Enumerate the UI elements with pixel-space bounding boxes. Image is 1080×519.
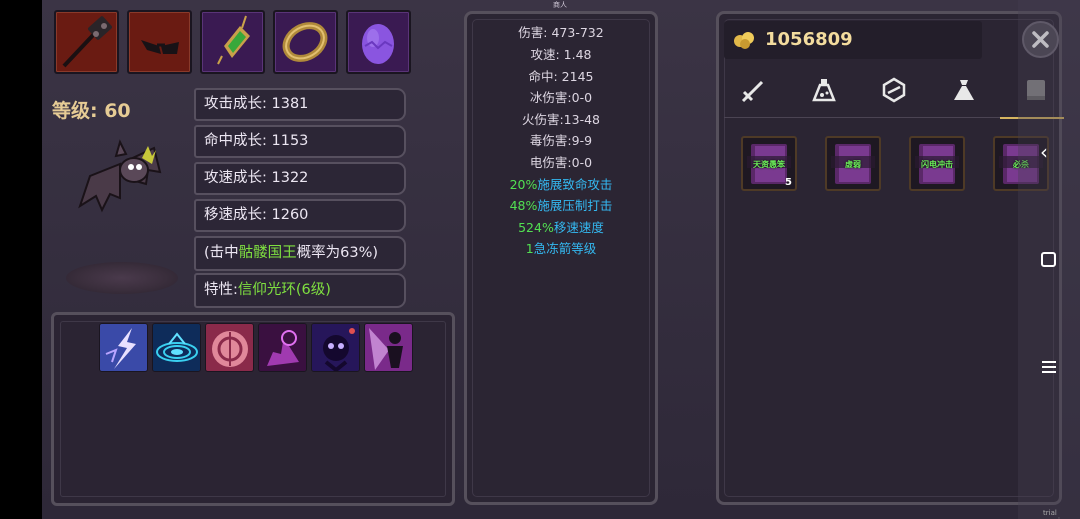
hit-chance-target: 骷髅国王 bbox=[238, 245, 297, 261]
lightning-skill-icon[interactable] bbox=[99, 323, 148, 372]
menu-nav-icon[interactable] bbox=[1041, 360, 1057, 374]
bonus-value: 1 bbox=[525, 241, 534, 256]
bonus-text: 移速速度 bbox=[553, 220, 604, 235]
item-name: 虚弱 bbox=[845, 160, 861, 169]
potion-tab-icon[interactable] bbox=[810, 76, 838, 104]
letterbox-left bbox=[0, 0, 42, 519]
gold-display bbox=[724, 21, 982, 59]
gold-amount: 1056809 bbox=[765, 29, 853, 50]
hit-chance-info: (击中骷髅国王概率为63%) bbox=[194, 236, 406, 271]
goggles-icon bbox=[141, 40, 179, 54]
bonus-value: 20% bbox=[509, 177, 538, 192]
rune-skill-icon[interactable] bbox=[205, 323, 254, 372]
accuracy-stat: 命中: 2145 bbox=[528, 69, 594, 84]
stats-panel bbox=[464, 11, 658, 505]
shadow-spirit-skill-icon[interactable] bbox=[311, 323, 360, 372]
bonus-line: 1急冻箭等级 bbox=[464, 238, 658, 257]
bonus-line: 48%施展压制打击 bbox=[464, 195, 658, 214]
skill-row bbox=[99, 323, 413, 372]
emerald-amulet-icon bbox=[217, 15, 250, 65]
trial-watermark: trial version bbox=[1043, 509, 1069, 519]
gem-tab-icon[interactable] bbox=[880, 76, 908, 104]
inventory-item[interactable]: 闪电冲击 bbox=[909, 136, 965, 191]
equip-slot-amulet[interactable] bbox=[200, 10, 265, 74]
bat-pet-sprite bbox=[78, 139, 162, 213]
trait-name: 信仰光环(6级) bbox=[237, 282, 331, 298]
bonus-line: 524%移速速度 bbox=[464, 217, 658, 236]
home-nav-icon[interactable] bbox=[1041, 252, 1056, 267]
golden-ring-icon bbox=[282, 22, 328, 62]
hit-growth-stat: 命中成长: 1153 bbox=[194, 125, 406, 158]
hit-chance-suffix: 概率为63%) bbox=[296, 245, 379, 261]
dark-hand-skill-icon[interactable] bbox=[258, 323, 307, 372]
game-screen: 等级: 60 攻击成长: 1381 命中成长: 1153 攻速成长: 1322 … bbox=[0, 0, 1080, 519]
item-name: 闪电冲击 bbox=[921, 160, 953, 169]
attack-speed-stat: 攻速: 1.48 bbox=[530, 47, 592, 62]
attack-speed-growth-stat: 攻速成长: 1322 bbox=[194, 162, 406, 195]
center-panel-title: 商人 bbox=[553, 1, 567, 9]
equipment-row bbox=[54, 10, 411, 74]
bonus-value: 524% bbox=[518, 220, 554, 235]
inventory-item[interactable]: 虚弱 bbox=[825, 136, 881, 191]
hit-chance-prefix: (击中 bbox=[204, 245, 239, 261]
equip-slot-egg[interactable] bbox=[346, 10, 411, 74]
attack-growth-stat: 攻击成长: 1381 bbox=[194, 88, 406, 121]
skills-panel bbox=[51, 312, 455, 506]
fire-damage-stat: 火伤害:13-48 bbox=[521, 112, 601, 127]
gold-coins-icon bbox=[734, 32, 754, 49]
equip-slot-goggles[interactable] bbox=[127, 10, 192, 74]
damage-stat: 伤害: 473-732 bbox=[518, 25, 604, 40]
pet-level: 等级: 60 bbox=[52, 100, 131, 122]
bag-tab-icon[interactable] bbox=[950, 76, 978, 104]
ice-damage-stat: 冰伤害:0-0 bbox=[529, 90, 593, 105]
vortex-skill-icon[interactable] bbox=[152, 323, 201, 372]
bonus-text: 急冻箭等级 bbox=[533, 241, 597, 256]
back-nav-icon[interactable]: ‹ bbox=[1040, 140, 1048, 164]
bonus-text: 施展致命攻击 bbox=[537, 177, 613, 192]
electric-damage-stat: 电伤害:0-0 bbox=[529, 155, 593, 170]
holy-light-skill-icon[interactable] bbox=[364, 323, 413, 372]
bonus-value: 48% bbox=[509, 198, 538, 213]
bonus-line: 20%施展致命攻击 bbox=[464, 174, 658, 193]
sword-tab-icon[interactable] bbox=[740, 76, 768, 104]
item-count: 5 bbox=[785, 177, 792, 188]
bonus-text: 施展压制打击 bbox=[537, 198, 613, 213]
pet-pedestal bbox=[66, 262, 178, 294]
equip-slot-weapon[interactable] bbox=[54, 10, 119, 74]
move-speed-growth-stat: 移速成长: 1260 bbox=[194, 199, 406, 232]
purple-egg-icon bbox=[362, 24, 394, 64]
trait-info: 特性:信仰光环(6级) bbox=[194, 273, 406, 308]
inventory-item[interactable]: 天资愚笨 5 bbox=[741, 136, 797, 191]
poison-damage-stat: 毒伤害:9-9 bbox=[529, 133, 593, 148]
trait-prefix: 特性: bbox=[204, 282, 238, 298]
hammer-icon bbox=[62, 16, 112, 68]
equip-slot-ring[interactable] bbox=[273, 10, 338, 74]
item-name: 天资愚笨 bbox=[753, 160, 785, 169]
